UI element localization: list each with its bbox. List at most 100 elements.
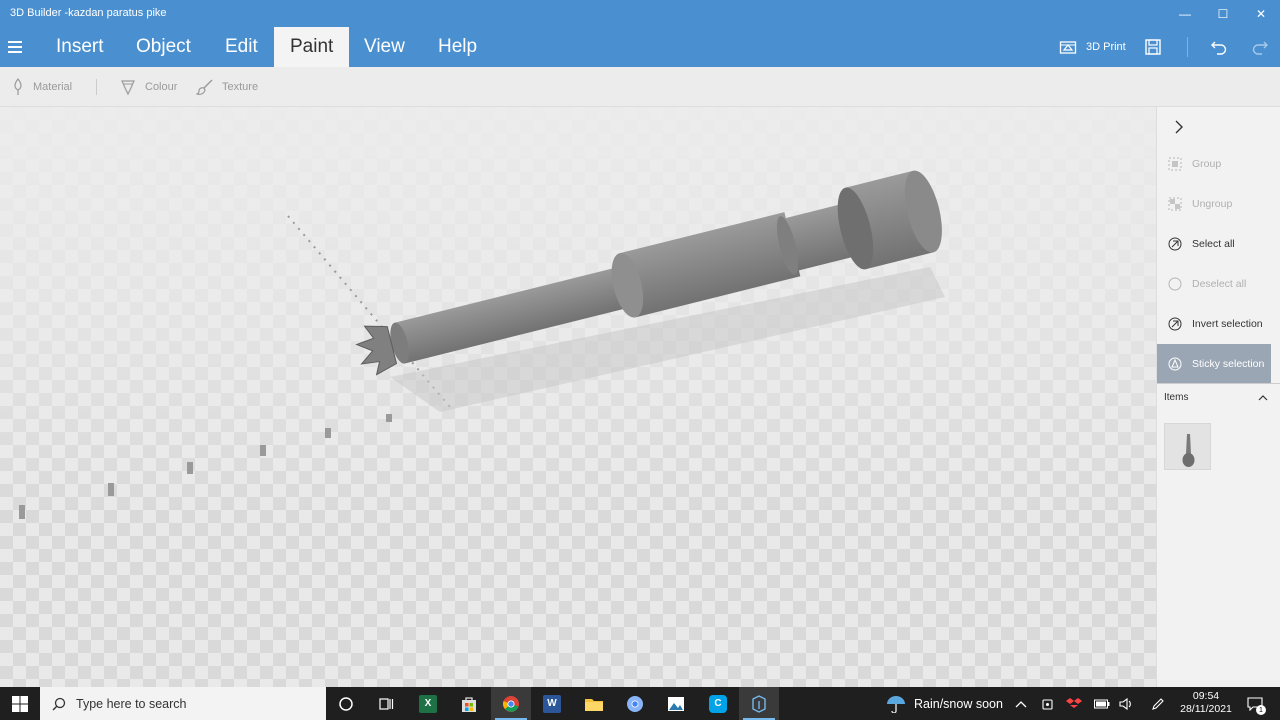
windows-logo-icon [12, 695, 28, 712]
selection-panel: Group Ungroup Select all Deselect all In… [1156, 107, 1280, 687]
3d-viewport[interactable] [0, 107, 1156, 687]
tray-chevron-up-icon[interactable] [1011, 687, 1031, 720]
group-button[interactable]: Group [1157, 144, 1271, 184]
tab-edit[interactable]: Edit [209, 27, 274, 67]
menu-bar: Insert Object Edit Paint View Help 3D Pr… [0, 27, 1280, 67]
ungroup-icon [1168, 197, 1182, 211]
texture-button[interactable]: Texture [196, 67, 258, 107]
sticky-selection-label: Sticky selection [1192, 358, 1265, 370]
redo-button[interactable] [1251, 27, 1269, 67]
taskbar: Type here to search X W C Rain/snow soon [0, 687, 1280, 720]
maximize-button[interactable]: ☐ [1204, 0, 1242, 27]
ruler-tick [187, 462, 193, 474]
window-title: 3D Builder -kazdan paratus pike [10, 7, 167, 19]
taskbar-search[interactable]: Type here to search [40, 687, 326, 720]
start-button[interactable] [0, 687, 40, 720]
task-view-icon [379, 697, 394, 710]
items-header: Items [1164, 392, 1189, 403]
folder-icon [585, 698, 603, 711]
material-label: Material [33, 81, 73, 93]
search-placeholder: Type here to search [76, 696, 187, 711]
invert-selection-label: Invert selection [1192, 318, 1263, 330]
meet-now-icon[interactable] [1039, 687, 1057, 720]
pen-icon[interactable] [1148, 687, 1168, 720]
ruler-tick [260, 445, 266, 456]
photos-app[interactable] [656, 687, 696, 720]
battery-icon[interactable] [1092, 687, 1112, 720]
deselect-all-label: Deselect all [1192, 278, 1247, 290]
ruler-tick [19, 505, 25, 519]
toolbar-divider [96, 79, 97, 95]
material-icon [14, 78, 22, 95]
chevron-right-icon[interactable] [1169, 117, 1189, 137]
scene [19, 170, 945, 519]
sticky-selection-button[interactable]: Sticky selection [1157, 344, 1271, 384]
pike-thumbnail-icon [1182, 434, 1195, 467]
chrome-icon [503, 695, 519, 712]
ungroup-button[interactable]: Ungroup [1157, 184, 1271, 224]
clock-time: 09:54 [1192, 690, 1220, 702]
volume-icon[interactable] [1117, 687, 1137, 720]
redo-icon [1252, 41, 1268, 55]
3d-builder-app[interactable] [739, 687, 779, 720]
item-thumbnail[interactable] [1164, 423, 1211, 470]
paint-toolbar: Material Colour Texture [0, 67, 1280, 107]
select-all-label: Select all [1192, 238, 1235, 250]
search-icon [52, 697, 66, 710]
chrome-profile-app[interactable] [615, 687, 655, 720]
select-all-button[interactable]: Select all [1157, 224, 1271, 264]
save-icon [1145, 39, 1161, 55]
undo-button[interactable] [1210, 27, 1228, 67]
ruler-tick [325, 428, 331, 438]
3d-print-label: 3D Print [1086, 41, 1126, 53]
colour-label: Colour [145, 81, 178, 93]
notification-count: 1 [1256, 705, 1266, 715]
3d-print-button[interactable]: 3D Print [1059, 27, 1126, 67]
save-button[interactable] [1144, 27, 1162, 67]
material-button[interactable]: Material [11, 67, 72, 107]
title-bar: 3D Builder -kazdan paratus pike — ☐ ✕ [0, 0, 1280, 27]
word-app[interactable]: W [532, 687, 572, 720]
chrome-app[interactable] [491, 687, 531, 720]
chrome-alt-icon [627, 695, 643, 712]
dropbox-icon[interactable] [1064, 687, 1084, 720]
ruler-ticks [19, 414, 392, 519]
excel-icon: X [419, 694, 437, 713]
store-app[interactable] [449, 687, 489, 720]
invert-selection-icon [1168, 317, 1182, 331]
deselect-all-button[interactable]: Deselect all [1157, 264, 1271, 304]
ccleaner-icon: C [709, 694, 727, 713]
printer-icon [1059, 41, 1077, 54]
minimize-button[interactable]: — [1166, 0, 1204, 27]
tab-view[interactable]: View [348, 27, 421, 67]
store-icon [462, 696, 476, 712]
tab-object[interactable]: Object [120, 27, 207, 67]
clock[interactable]: 09:54 28/11/2021 [1178, 690, 1234, 716]
close-button[interactable]: ✕ [1242, 0, 1280, 27]
chevron-up-icon[interactable] [1257, 393, 1269, 403]
excel-app[interactable]: X [408, 687, 448, 720]
ccleaner-app[interactable]: C [698, 687, 738, 720]
ungroup-label: Ungroup [1192, 198, 1233, 210]
file-explorer-app[interactable] [574, 687, 614, 720]
clock-date: 28/11/2021 [1180, 703, 1232, 715]
hamburger-menu-icon[interactable] [8, 35, 30, 59]
undo-icon [1211, 41, 1227, 55]
weather-widget[interactable]: Rain/snow soon [886, 687, 1003, 720]
task-view-button[interactable] [366, 687, 406, 720]
notifications-button[interactable]: 1 [1242, 687, 1268, 720]
invert-selection-button[interactable]: Invert selection [1157, 304, 1271, 344]
panel-divider [1157, 383, 1280, 384]
colour-button[interactable]: Colour [119, 67, 177, 107]
menu-divider [1187, 37, 1188, 57]
cortana-button[interactable] [326, 687, 366, 720]
group-icon [1168, 157, 1182, 171]
tab-paint[interactable]: Paint [274, 27, 350, 67]
tab-help[interactable]: Help [422, 27, 493, 67]
select-all-icon [1168, 237, 1182, 251]
tab-insert[interactable]: Insert [40, 27, 120, 67]
3d-builder-icon [752, 694, 766, 713]
umbrella-icon [887, 695, 905, 713]
cortana-icon [339, 696, 353, 711]
word-icon: W [543, 694, 561, 713]
